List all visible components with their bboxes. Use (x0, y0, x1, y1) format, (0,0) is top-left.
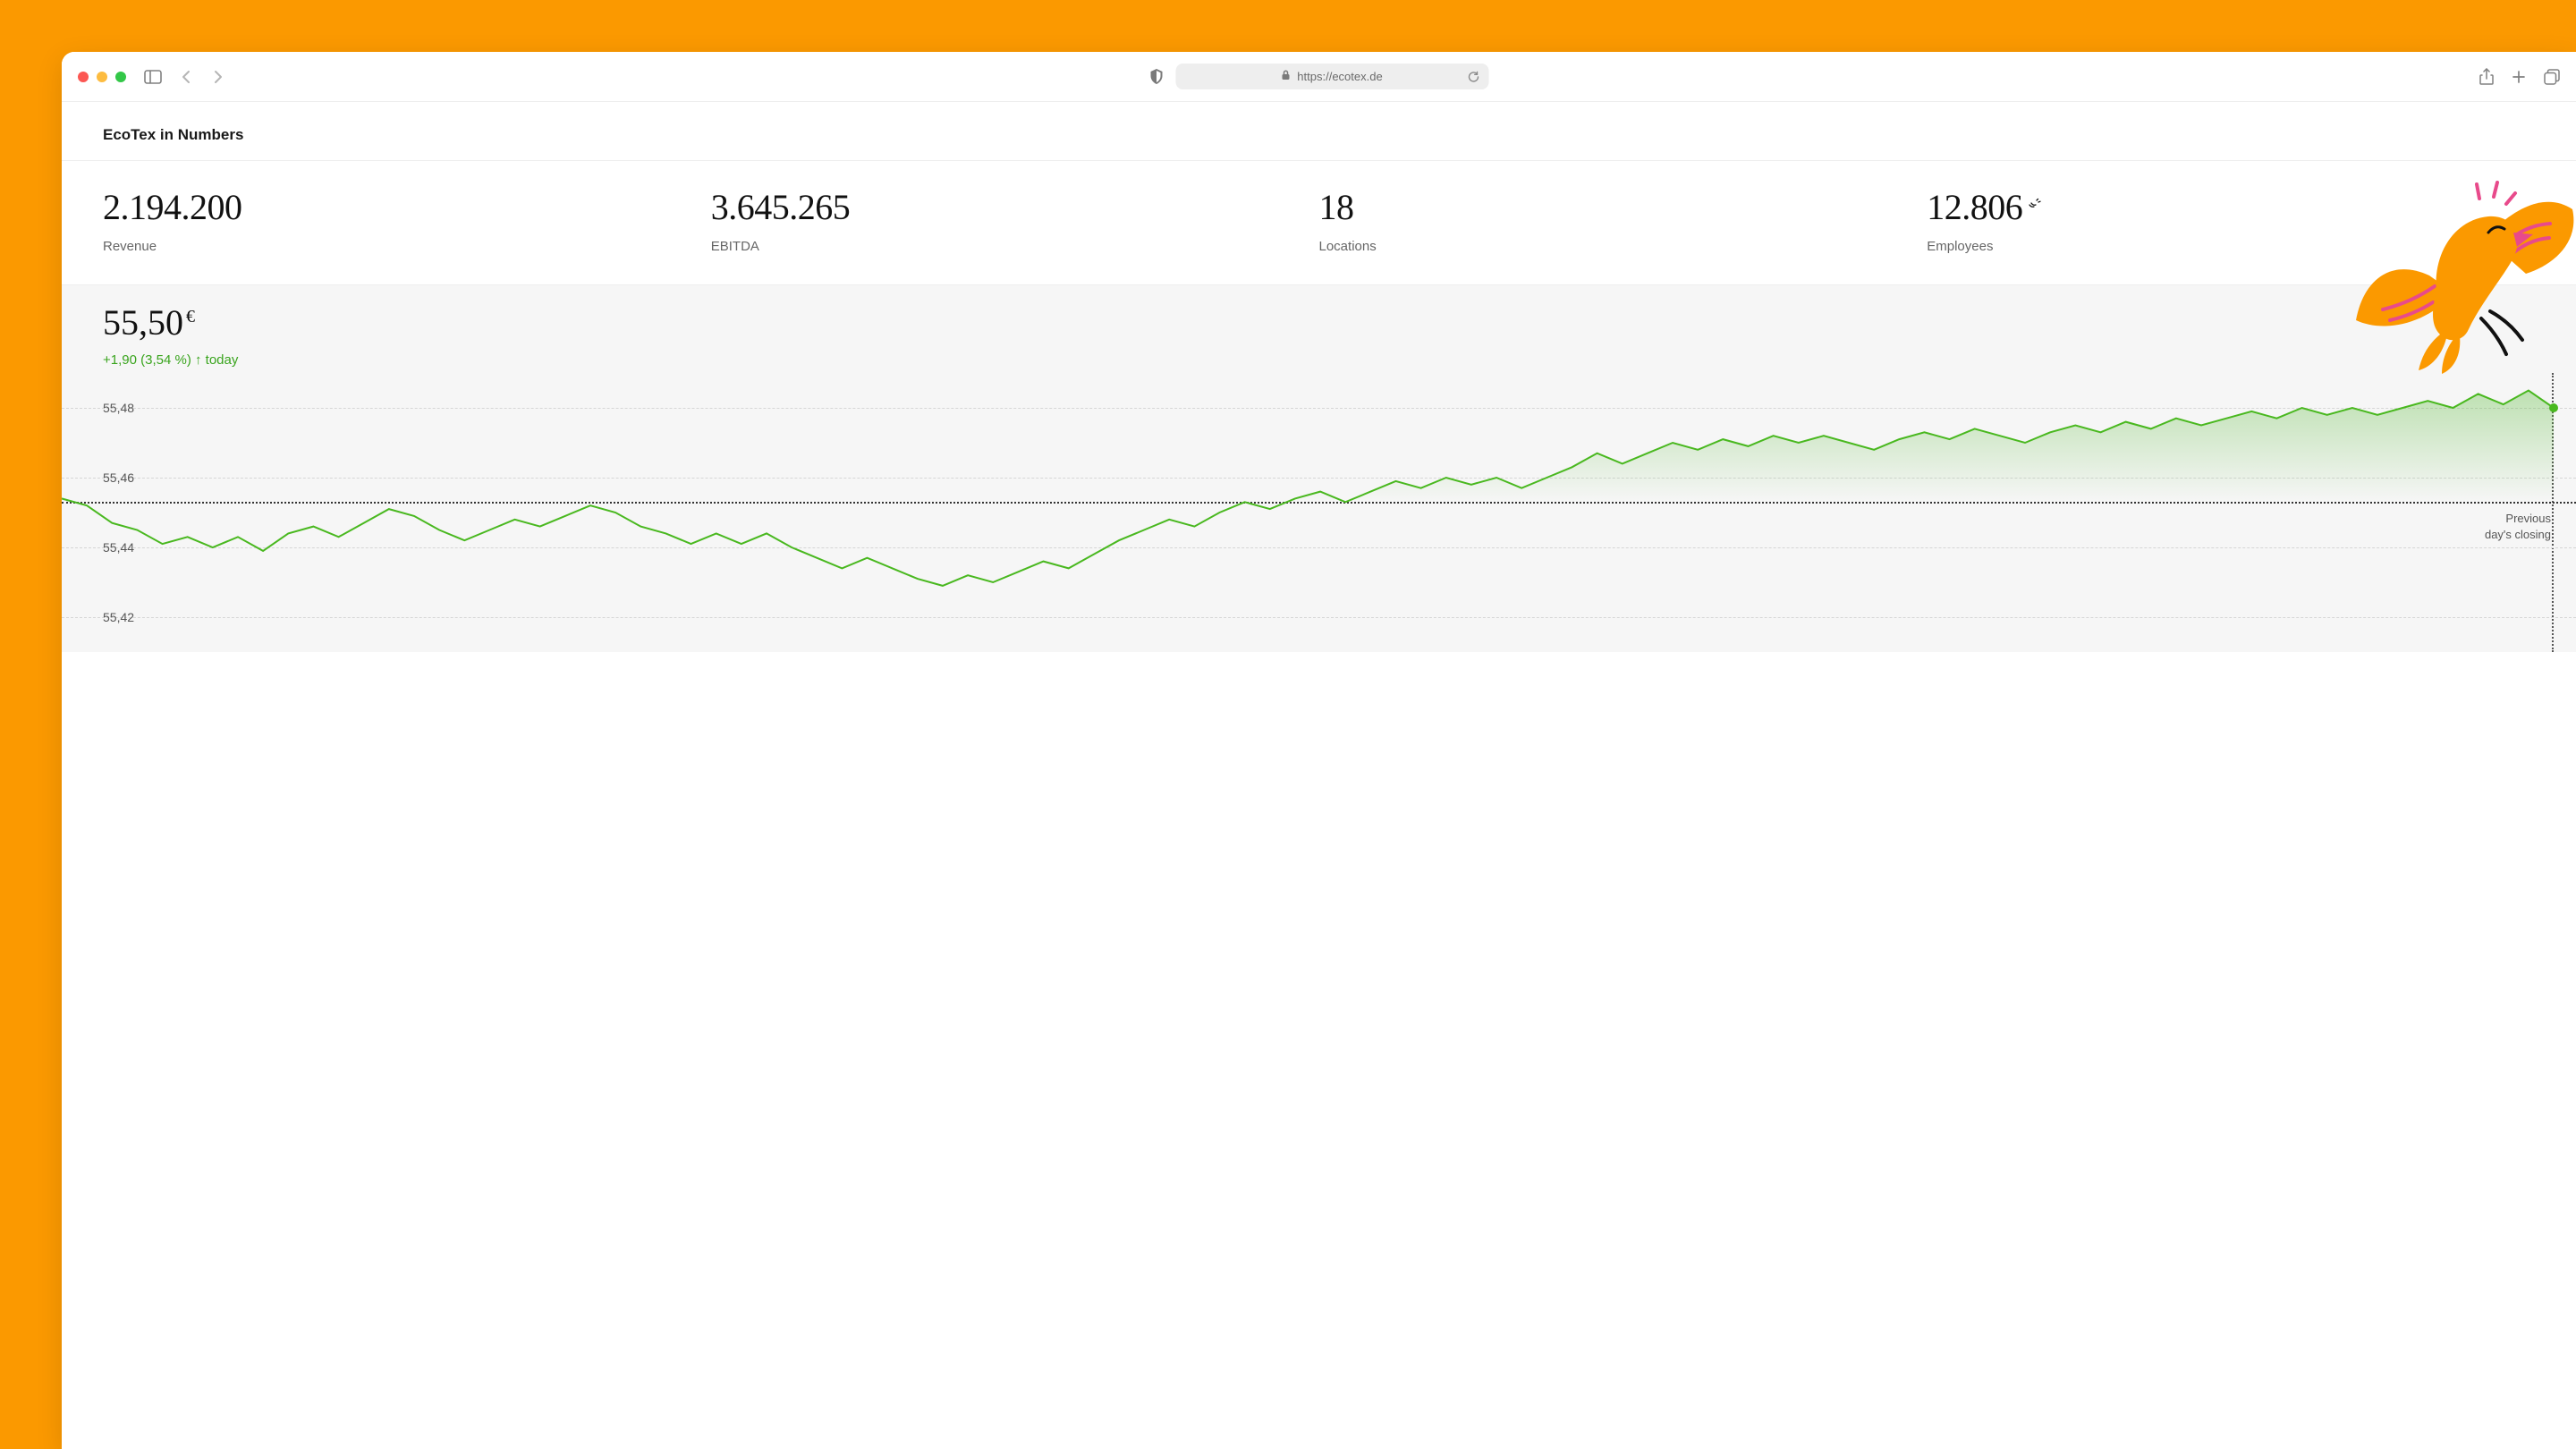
stock-chart-section: 55,50€ +1,90 (3,54 %) ↑ today 55,4855,46… (62, 285, 2576, 652)
price-line-chart (62, 373, 2576, 652)
maximize-window-button[interactable] (115, 72, 126, 82)
kpi-label: Revenue (103, 239, 711, 254)
stock-price: 55,50€ (103, 301, 2576, 343)
back-button[interactable] (182, 70, 192, 84)
privacy-shield-icon[interactable] (1149, 69, 1163, 84)
page-content: EcoTex in Numbers 2.194.200 Revenue 3.64… (62, 102, 2576, 652)
address-bar[interactable]: https://ecotex.de (1175, 64, 1488, 89)
share-button[interactable] (2479, 68, 2494, 85)
minimize-window-button[interactable] (97, 72, 107, 82)
kpi-label: EBITDA (711, 239, 1319, 254)
traffic-lights (78, 72, 126, 82)
decorative-icon (2026, 179, 2042, 221)
sidebar-toggle-button[interactable] (144, 70, 162, 84)
kpi-value: 18 (1319, 186, 1928, 228)
nav-controls (182, 70, 223, 84)
browser-toolbar: https://ecotex.de (62, 52, 2576, 102)
section-title: EcoTex in Numbers (62, 102, 2576, 161)
kpi-ebitda: 3.645.265 EBITDA (711, 186, 1319, 254)
kpi-value: 2.194.200 (103, 186, 711, 228)
reload-button[interactable] (1467, 71, 1479, 83)
kpi-revenue: 2.194.200 Revenue (103, 186, 711, 254)
forward-button[interactable] (212, 70, 223, 84)
bird-illustration (2347, 168, 2576, 378)
lock-icon (1281, 69, 1290, 85)
chart-plot-area: 55,4855,4655,4455,42Previousday's closin… (62, 373, 2576, 652)
toolbar-right (2479, 68, 2560, 85)
close-window-button[interactable] (78, 72, 89, 82)
kpi-row: 2.194.200 Revenue 3.645.265 EBITDA 18 Lo… (62, 161, 2576, 285)
browser-window: https://ecotex.de EcoTex in Numbers 2.19… (62, 52, 2576, 1449)
url-text: https://ecotex.de (1297, 70, 1382, 83)
stock-delta: +1,90 (3,54 %) ↑ today (103, 352, 2576, 368)
kpi-locations: 18 Locations (1319, 186, 1928, 254)
kpi-label: Locations (1319, 239, 1928, 254)
kpi-value: 3.645.265 (711, 186, 1319, 228)
address-area: https://ecotex.de (1149, 64, 1488, 89)
new-tab-button[interactable] (2512, 70, 2526, 84)
tabs-button[interactable] (2544, 69, 2560, 85)
